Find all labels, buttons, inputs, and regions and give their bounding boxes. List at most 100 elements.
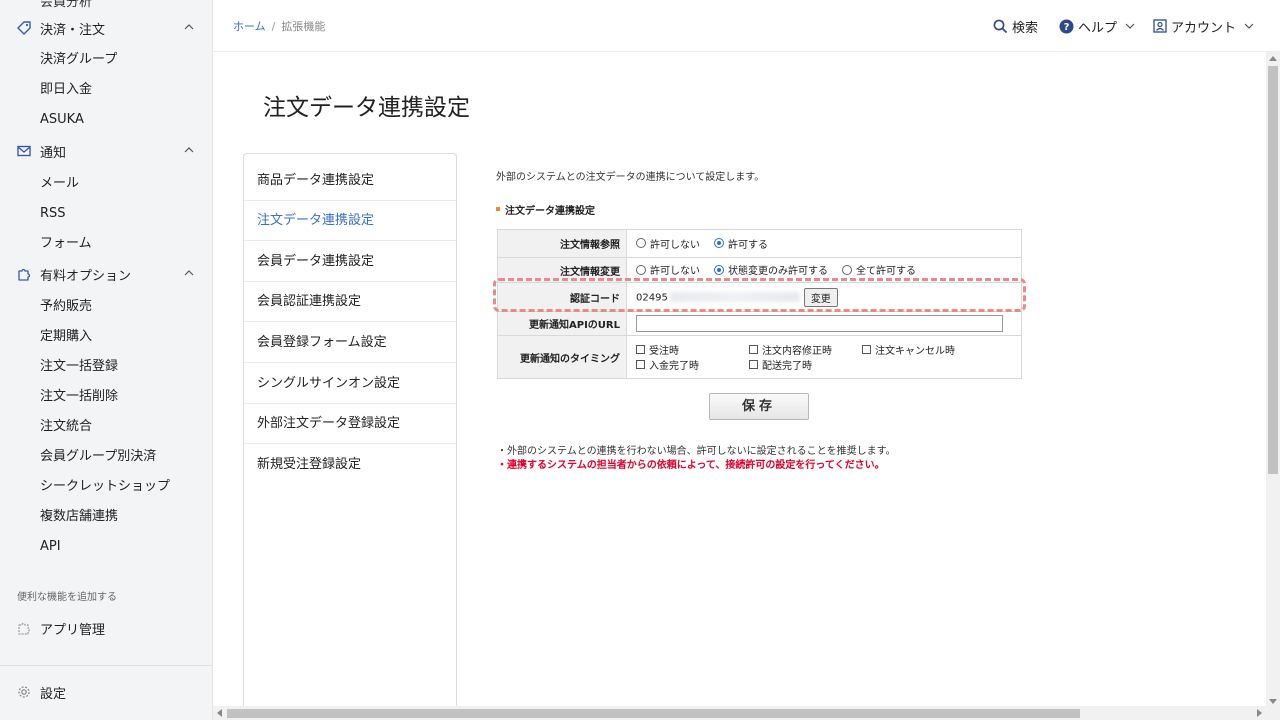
sidebar-item-member-group-payment[interactable]: 会員グループ別決済 (40, 447, 156, 467)
change-options: 許可しない 状態変更のみ許可する 全て許可する (626, 257, 1022, 283)
sidebar-item-label: 設定 (40, 686, 67, 702)
subnav-item-product-data[interactable]: 商品データ連携設定 (244, 161, 456, 201)
change-auth-code-button[interactable]: 変更 (803, 287, 838, 307)
row-label: 認証コード (497, 282, 627, 312)
checkbox-on-delivery[interactable]: 配送完了時 (749, 357, 862, 372)
reference-options: 許可しない 許可する (626, 229, 1022, 258)
radio-label: 状態変更のみ許可する (728, 266, 828, 278)
radio-label: 許可する (728, 239, 768, 251)
settings-subnav: 商品データ連携設定 注文データ連携設定 会員データ連携設定 会員認証連携設定 会… (243, 153, 457, 720)
mail-icon (17, 145, 31, 157)
sidebar: 会員分析 決済・注文 決済グループ 即日入金 ASUKA 通知 メール RSS … (0, 0, 213, 720)
radio-label: 全て許可する (856, 266, 916, 278)
breadcrumb-home[interactable]: ホーム (233, 20, 266, 33)
subnav-item-order-data[interactable]: 注文データ連携設定 (244, 201, 456, 241)
radio-label: 許可しない (650, 239, 700, 251)
sidebar-group-notify[interactable]: 通知 (0, 136, 212, 166)
account-icon (1153, 19, 1167, 33)
subnav-item-new-order[interactable]: 新規受注登録設定 (244, 445, 456, 485)
chevron-up-icon (184, 24, 194, 30)
search-button[interactable]: 検索 (993, 17, 1038, 36)
search-icon (993, 19, 1008, 33)
sidebar-item-order-merge[interactable]: 注文統合 (40, 417, 92, 437)
sidebar-item-bulk-register[interactable]: 注文一括登録 (40, 357, 118, 377)
sidebar-item-app-manage[interactable]: アプリ管理 (0, 613, 212, 643)
scroll-up-arrow-icon[interactable] (1269, 56, 1277, 61)
warning-note: ・連携するシステムの担当者からの依頼によって、接続許可の設定を行ってください。 (497, 460, 885, 471)
scroll-thumb[interactable] (1268, 66, 1278, 474)
subnav-item-member-form[interactable]: 会員登録フォーム設定 (244, 323, 456, 363)
sidebar-item-label: アプリ管理 (40, 622, 106, 638)
row-label: 更新通知のタイミング (497, 335, 627, 379)
account-menu[interactable]: アカウント (1153, 17, 1254, 36)
sidebar-item-asuka[interactable]: ASUKA (40, 110, 84, 130)
scroll-thumb[interactable] (227, 709, 1080, 718)
sidebar-item-payment-group[interactable]: 決済グループ (40, 50, 117, 70)
sidebar-group-payment[interactable]: 決済・注文 (0, 13, 212, 43)
gear-icon (18, 686, 30, 698)
sidebar-item-bulk-delete[interactable]: 注文一括削除 (40, 387, 118, 407)
radio-circle (636, 264, 646, 275)
radio-change-deny[interactable]: 許可しない (636, 262, 700, 277)
radio-reference-deny[interactable]: 許可しない (636, 236, 700, 251)
table-row: 注文情報変更 許可しない 状態変更のみ許可する 全て許可する (497, 257, 1022, 283)
radio-reference-allow[interactable]: 許可する (714, 236, 768, 251)
subnav-item-external-order[interactable]: 外部注文データ登録設定 (244, 404, 456, 444)
section-title-text: 注文データ連携設定 (505, 206, 595, 217)
sidebar-item-secret-shop[interactable]: シークレットショップ (40, 477, 170, 497)
horizontal-scrollbar[interactable] (213, 706, 1280, 720)
scroll-down-arrow-icon[interactable] (1269, 699, 1277, 704)
vertical-scrollbar[interactable] (1266, 52, 1280, 708)
row-label: 更新通知APIのURL (497, 311, 627, 336)
breadcrumb-separator: / (271, 20, 276, 33)
chevron-down-icon (1125, 23, 1135, 29)
sidebar-item-same-day[interactable]: 即日入金 (40, 80, 92, 100)
subnav-item-member-auth[interactable]: 会員認証連携設定 (244, 282, 456, 322)
sidebar-item-api[interactable]: API (40, 537, 61, 557)
sidebar-group-label: 有料オプション (40, 268, 132, 284)
radio-circle-selected (714, 264, 724, 275)
checkbox-on-payment[interactable]: 入金完了時 (636, 357, 749, 372)
radio-circle-selected (714, 238, 724, 249)
checkbox-label: 配送完了時 (762, 361, 812, 372)
sidebar-item-settings[interactable]: 設定 (0, 677, 212, 707)
save-button[interactable]: 保存 (709, 393, 809, 420)
checkbox-box (749, 360, 758, 369)
checkbox-on-modify[interactable]: 注文内容修正時 (749, 342, 862, 357)
checkbox-on-cancel[interactable]: 注文キャンセル時 (862, 342, 975, 357)
sidebar-item-mail[interactable]: メール (40, 174, 79, 194)
account-label: アカウント (1171, 20, 1237, 36)
radio-change-all[interactable]: 全て許可する (842, 262, 916, 277)
recommend-note: ・外部のシステムとの連携を行わない場合、許可しないに設定されることを推奨します。 (497, 446, 896, 457)
sidebar-item-cut[interactable]: 会員分析 (40, 0, 92, 10)
help-label: ヘルプ (1078, 20, 1118, 36)
section-title: 注文データ連携設定 (496, 202, 595, 217)
scroll-right-arrow-icon[interactable] (1257, 709, 1262, 717)
sidebar-item-preorder[interactable]: 予約販売 (40, 297, 92, 317)
checkbox-on-order[interactable]: 受注時 (636, 342, 749, 357)
sidebar-group-label: 通知 (40, 145, 67, 161)
sidebar-item-form[interactable]: フォーム (40, 234, 92, 254)
table-row: 認証コード 02495 変更 (497, 282, 1022, 312)
section-mark (496, 207, 500, 211)
checkbox-label: 注文キャンセル時 (875, 346, 955, 357)
checkbox-box (749, 345, 758, 354)
help-icon: ? (1059, 19, 1074, 33)
sidebar-group-paid-options[interactable]: 有料オプション (0, 259, 212, 289)
chevron-down-icon (1244, 23, 1254, 29)
scroll-left-arrow-icon[interactable] (217, 709, 222, 717)
sidebar-divider (0, 665, 212, 666)
subnav-item-sso[interactable]: シングルサインオン設定 (244, 364, 456, 404)
sidebar-item-subscription[interactable]: 定期購入 (40, 327, 92, 347)
auth-code-cell: 02495 変更 (626, 282, 1022, 312)
sidebar-item-rss[interactable]: RSS (40, 204, 66, 224)
api-url-input[interactable] (636, 315, 1003, 332)
svg-text:?: ? (1064, 22, 1070, 33)
subnav-item-member-data[interactable]: 会員データ連携設定 (244, 242, 456, 282)
sidebar-group-label: 決済・注文 (40, 22, 106, 38)
sidebar-item-multi-store[interactable]: 複数店舗連携 (40, 507, 118, 527)
chevron-up-icon (184, 147, 194, 153)
row-label: 注文情報参照 (497, 229, 627, 258)
radio-change-status-only[interactable]: 状態変更のみ許可する (714, 262, 828, 277)
help-menu[interactable]: ? ヘルプ (1059, 17, 1135, 36)
